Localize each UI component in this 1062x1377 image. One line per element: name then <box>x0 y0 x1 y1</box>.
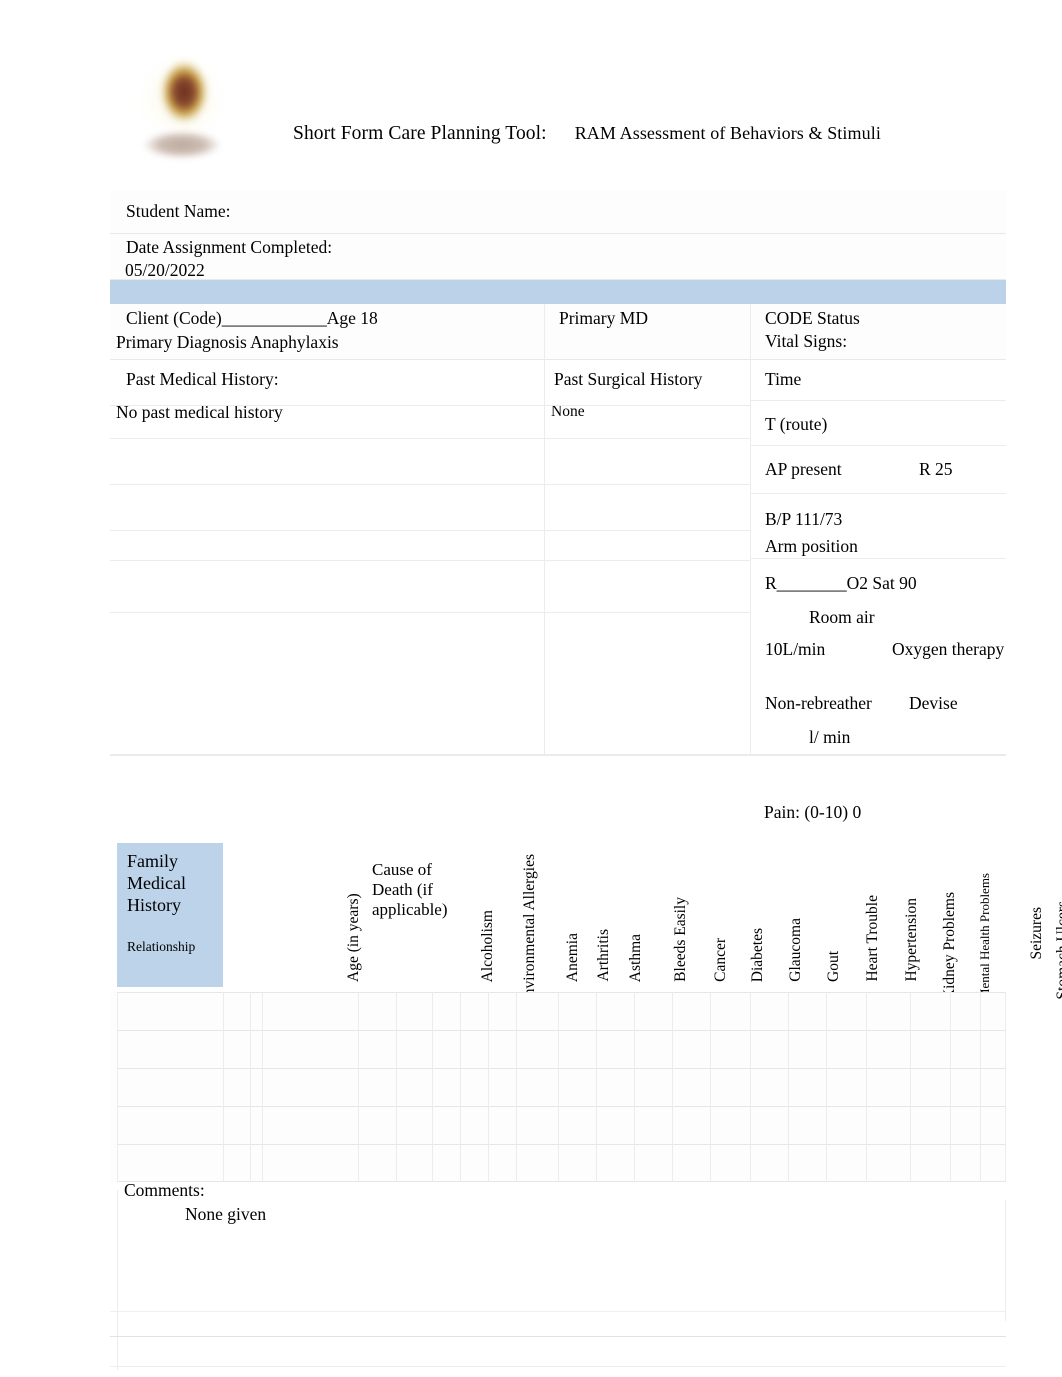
code-status-cell: CODE Status Vital Signs: <box>750 304 1006 359</box>
vital-signs-cell: Time T (route) AP present R 25 B/P 111/7… <box>750 360 1006 755</box>
column-header-alcoholism: Alcoholism <box>479 909 496 982</box>
page-title-sub: RAM Assessment of Behaviors & Stimuli <box>574 123 881 143</box>
family-history-title-line1: Family <box>127 851 179 871</box>
client-info-row: Client (Code)____________Age 18 Primary … <box>110 304 1006 360</box>
vital-oxygen-therapy-label[interactable]: Oxygen therapy <box>892 638 1004 661</box>
column-header-hypertension: Hypertension <box>903 898 920 982</box>
vital-oxygen-flow-label[interactable]: 10L/min <box>765 638 825 661</box>
vital-non-rebreather-label[interactable]: Non-rebreather <box>765 692 872 715</box>
footer-divider-main <box>110 1336 1006 1337</box>
date-completed-row[interactable]: Date Assignment Completed: 05/20/2022 <box>110 234 1006 280</box>
column-header-mental-health-problems: Mental Health Problems <box>977 872 992 1000</box>
family-history-header-row: Family Medical History Relationship Age … <box>110 838 1062 1006</box>
column-header-stomach-ulcers: Stomach Ulcers <box>1054 901 1062 1000</box>
code-status-label: CODE Status <box>765 308 860 328</box>
vital-signs-label: Vital Signs: <box>765 331 848 351</box>
primary-md-label: Primary MD <box>559 308 648 328</box>
column-header-arthritis: Arthritis <box>595 929 612 982</box>
date-completed-label: Date Assignment Completed: <box>126 237 333 257</box>
vital-room-air-label[interactable]: Room air <box>809 606 875 629</box>
client-code-label[interactable]: Client (Code)____________Age 18 <box>126 307 378 330</box>
vital-o2-sat-label[interactable]: R________O2 Sat 90 <box>765 572 917 595</box>
university-seal-logo-icon <box>126 48 238 158</box>
family-history-relationship-label: Relationship <box>127 938 196 954</box>
vital-pain-scale-label[interactable]: Pain: (0-10) 0 <box>764 802 861 823</box>
column-header-cancer: Cancer <box>712 938 729 982</box>
comments-left-rule <box>117 1190 118 1370</box>
vital-blood-pressure-label[interactable]: B/P 111/73 <box>765 508 842 531</box>
column-header-glaucoma: Glaucoma <box>787 918 804 982</box>
vital-devise-label[interactable]: Devise <box>909 692 958 715</box>
column-header-age: Age (in years) <box>345 893 362 982</box>
vital-temperature-label[interactable]: T (route) <box>765 413 827 436</box>
student-name-row: Student Name: <box>110 190 1006 234</box>
vital-arm-position-label[interactable]: Arm position <box>765 535 858 558</box>
past-surgical-history-cell: Past Surgical History None <box>544 360 750 755</box>
history-and-vitals-row: Past Medical History: No past medical hi… <box>110 360 1006 756</box>
primary-diagnosis-label[interactable]: Primary Diagnosis Anaphylaxis <box>116 331 339 354</box>
vital-liters-per-min-label[interactable]: l/ min <box>809 726 850 749</box>
column-header-diabetes: Diabetes <box>749 927 766 982</box>
column-header-environmental-allergies: Environmental Allergies <box>521 854 538 1006</box>
past-medical-history-label: Past Medical History: <box>126 369 279 389</box>
primary-md-cell: Primary MD <box>544 304 750 359</box>
vital-time-label[interactable]: Time <box>765 368 801 391</box>
date-completed-value[interactable]: 05/20/2022 <box>125 259 205 282</box>
care-planning-form: Student Name: Date Assignment Completed:… <box>110 190 1006 756</box>
family-history-title-line3: History <box>127 894 181 915</box>
family-history-grid[interactable] <box>110 992 1006 1182</box>
family-medical-history-table: Family Medical History Relationship Age … <box>110 838 1062 1182</box>
column-header-kidney-problems: Kidney Problems <box>941 891 958 1000</box>
past-medical-history-cell: Past Medical History: No past medical hi… <box>110 360 544 755</box>
vital-ap-present-label[interactable]: AP present <box>765 458 842 481</box>
column-header-gout: Gout <box>825 951 842 982</box>
comments-label: Comments: <box>124 1180 205 1200</box>
column-header-bleeds-easily: Bleeds Easily <box>672 897 689 982</box>
footer-divider-upper <box>110 1311 1006 1312</box>
page-title: Short Form Care Planning Tool: RAM Assess… <box>293 123 881 145</box>
client-code-cell: Client (Code)____________Age 18 Primary … <box>110 304 544 359</box>
page-title-main: Short Form Care Planning Tool: <box>293 123 547 144</box>
column-header-anemia: Anemia <box>564 932 581 982</box>
document-header: Short Form Care Planning Tool: RAM Assess… <box>0 0 1062 180</box>
student-name-label: Student Name: <box>126 201 231 221</box>
family-history-body <box>110 992 1006 1182</box>
column-header-seizures: Seizures <box>1028 907 1045 960</box>
past-surgical-history-label: Past Surgical History <box>554 369 703 389</box>
vital-respirations-value[interactable]: R 25 <box>919 458 953 481</box>
column-header-asthma: Asthma <box>627 933 644 982</box>
family-history-title-cell: Family Medical History Relationship <box>117 843 223 987</box>
family-history-title-line2: Medical <box>127 872 186 893</box>
comments-value[interactable]: None given <box>185 1204 266 1225</box>
column-header-heart-trouble: Heart Trouble <box>864 895 881 982</box>
section-divider-band <box>110 280 1006 304</box>
footer-divider-lower <box>110 1366 1006 1367</box>
column-header-cause-of-death: Cause of Death (if applicable) <box>372 860 448 920</box>
